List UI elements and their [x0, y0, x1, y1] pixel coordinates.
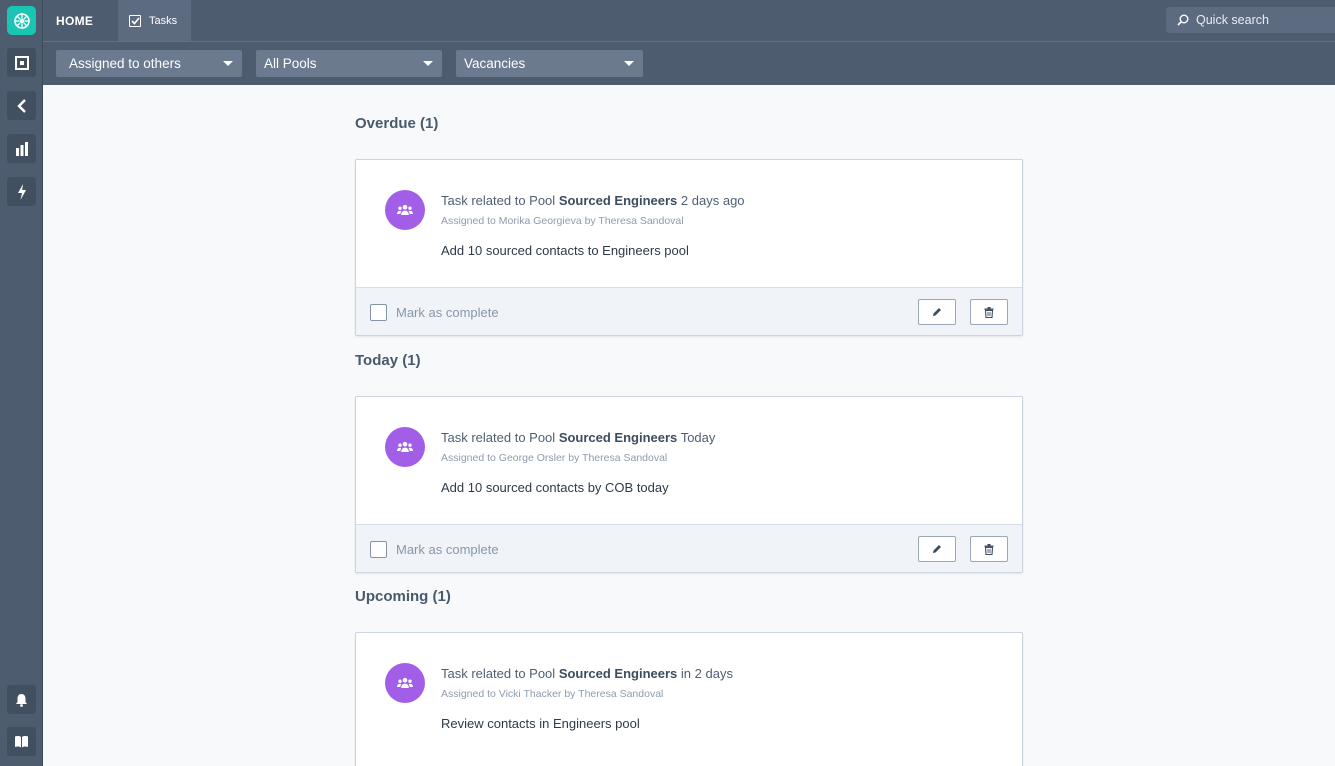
task-card-today: Task related to Pool Sourced Engineers T… [355, 396, 1023, 573]
task-description: Add 10 sourced contacts by COB today [441, 480, 669, 495]
type-filter-value: Vacancies [464, 56, 526, 71]
task-assigned-text: Assigned to Morika Georgieva by Theresa … [441, 215, 684, 227]
task-relation: Task related to Pool Sourced Engineers i… [441, 666, 733, 681]
pencil-icon [933, 308, 941, 316]
lightning-icon[interactable] [7, 177, 36, 206]
task-due-text: in 2 days [680, 666, 733, 681]
square-icon[interactable] [7, 48, 36, 77]
caret-down-icon [423, 61, 433, 66]
task-description: Review contacts in Engineers pool [441, 716, 640, 731]
trash-icon [984, 543, 994, 555]
type-filter-dropdown[interactable]: Vacancies [456, 50, 643, 77]
pool-link[interactable]: Sourced Engineers [559, 666, 677, 681]
chevron-left-icon[interactable] [7, 91, 36, 120]
pool-link[interactable]: Sourced Engineers [559, 430, 677, 445]
edit-task-button[interactable] [918, 536, 956, 562]
search-icon [1177, 14, 1189, 26]
quick-search-input[interactable]: Quick search [1166, 7, 1335, 33]
app-logo-icon[interactable] [7, 6, 36, 35]
tab-home[interactable]: HOME [43, 0, 106, 41]
task-due-text: 2 days ago [680, 193, 745, 208]
task-card-footer: Mark as complete [356, 287, 1022, 335]
assignee-filter-dropdown[interactable]: Assigned to others [56, 50, 242, 77]
task-relation-prefix: Task related to Pool [441, 430, 556, 445]
pool-filter-value: All Pools [264, 56, 317, 71]
section-title-today: Today (1) [355, 352, 421, 369]
task-description: Add 10 sourced contacts to Engineers poo… [441, 243, 689, 258]
task-relation: Task related to Pool Sourced Engineers T… [441, 430, 715, 445]
mark-complete-checkbox[interactable] [370, 304, 387, 321]
trash-icon [984, 306, 994, 318]
pool-filter-dropdown[interactable]: All Pools [256, 50, 442, 77]
bar-chart-icon[interactable] [7, 134, 36, 163]
left-sidebar [0, 0, 43, 766]
assignee-filter-value: Assigned to others [69, 56, 181, 71]
pool-avatar-icon [385, 190, 425, 230]
pool-avatar-icon [385, 427, 425, 467]
filter-bar: Assigned to others All Pools Vacancies [43, 42, 1335, 85]
task-relation-prefix: Task related to Pool [441, 193, 556, 208]
delete-task-button[interactable] [970, 299, 1008, 325]
pool-link[interactable]: Sourced Engineers [559, 193, 677, 208]
mark-complete-checkbox[interactable] [370, 541, 387, 558]
task-card-overdue: Task related to Pool Sourced Engineers 2… [355, 159, 1023, 336]
task-relation: Task related to Pool Sourced Engineers 2… [441, 193, 745, 208]
quick-search-placeholder: Quick search [1196, 13, 1269, 27]
task-card-upcoming: Task related to Pool Sourced Engineers i… [355, 632, 1023, 766]
task-assigned-text: Assigned to George Orsler by Theresa San… [441, 452, 668, 464]
task-relation-prefix: Task related to Pool [441, 666, 556, 681]
section-title-upcoming: Upcoming (1) [355, 588, 451, 605]
section-title-overdue: Overdue (1) [355, 115, 439, 132]
task-due-text: Today [680, 430, 716, 445]
top-bar: HOME Tasks Quick search [43, 0, 1335, 42]
checkbox-icon [129, 14, 141, 27]
tab-tasks-label: Tasks [149, 14, 178, 27]
pencil-icon [933, 545, 941, 553]
task-assigned-text: Assigned to Vicki Thacker by Theresa San… [441, 688, 664, 700]
mark-complete-label[interactable]: Mark as complete [396, 542, 499, 557]
pool-avatar-icon [385, 663, 425, 703]
tab-tasks[interactable]: Tasks [118, 0, 191, 41]
task-card-footer: Mark as complete [356, 524, 1022, 572]
mark-complete-label[interactable]: Mark as complete [396, 305, 499, 320]
edit-task-button[interactable] [918, 299, 956, 325]
delete-task-button[interactable] [970, 536, 1008, 562]
caret-down-icon [223, 61, 233, 66]
bell-icon[interactable] [7, 685, 36, 714]
book-icon[interactable] [7, 727, 36, 756]
tasks-content: Overdue (1) Task related to Pool Sourced… [43, 85, 1335, 766]
caret-down-icon [624, 61, 634, 66]
